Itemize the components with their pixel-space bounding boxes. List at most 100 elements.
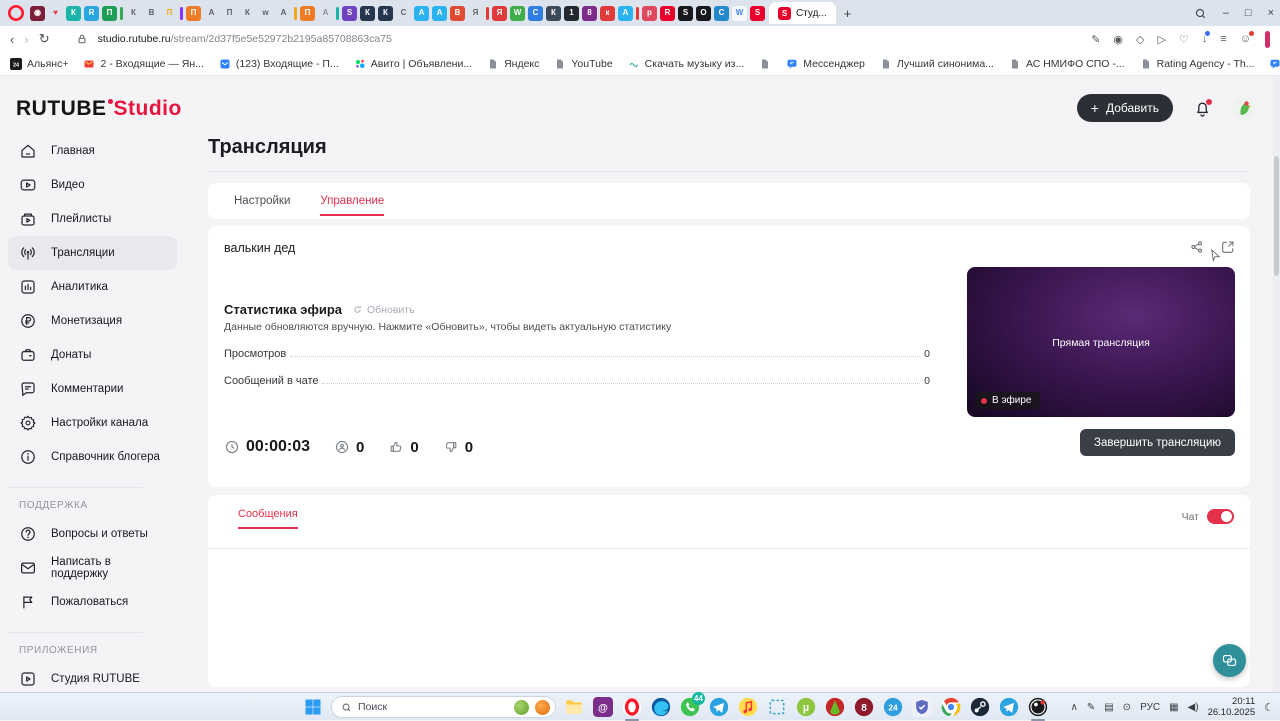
bookmark-item[interactable]: Мессенджер — [786, 58, 865, 70]
window-restore-button[interactable]: □ — [1245, 7, 1252, 19]
page-tab[interactable]: Управление — [320, 186, 384, 216]
sidebar-item[interactable]: Плейлисты — [8, 202, 177, 236]
add-button[interactable]: +Добавить — [1077, 94, 1173, 122]
share-icon[interactable] — [1189, 239, 1205, 255]
sidebar-item[interactable]: Студия RUTUBE — [8, 662, 177, 692]
sidebar-toggle-icon[interactable] — [1265, 31, 1270, 48]
browser-tab[interactable]: R — [660, 6, 675, 21]
taskbar-app[interactable] — [766, 696, 788, 718]
browser-tab[interactable]: А — [204, 6, 219, 21]
browser-tab[interactable] — [120, 7, 123, 20]
toolbar-icon[interactable]: ☺ — [1240, 33, 1251, 45]
taskbar-app[interactable]: @ — [592, 696, 614, 718]
browser-tab-active[interactable]: S Студ... — [769, 2, 836, 24]
sidebar-item[interactable]: Донаты — [8, 338, 177, 372]
sidebar-item[interactable]: Главная — [8, 134, 177, 168]
toolbar-icon[interactable]: ✎ — [1091, 33, 1100, 46]
toolbar-icon[interactable]: ≡ — [1220, 33, 1226, 45]
bookmark-item[interactable]: Скачать музыку из... — [628, 58, 745, 70]
bookmark-item[interactable]: (123) Входящие - П... — [219, 58, 339, 70]
toolbar-icon[interactable]: ◇ — [1136, 33, 1144, 46]
browser-tab[interactable]: 1 — [564, 6, 579, 21]
toolbar-icon[interactable]: ↓ — [1202, 33, 1208, 45]
browser-tab[interactable]: А — [618, 6, 633, 21]
bookmark-item[interactable]: Лучший синонима... — [880, 58, 994, 70]
opera-menu-icon[interactable] — [8, 5, 24, 21]
taskbar-clock[interactable]: 20:1126.10.2025 — [1208, 696, 1256, 719]
scrollbar[interactable] — [1273, 76, 1280, 692]
browser-tab[interactable]: К — [378, 6, 393, 21]
taskbar-app[interactable] — [621, 696, 643, 718]
taskbar-app[interactable] — [911, 696, 933, 718]
taskbar-app[interactable] — [940, 696, 962, 718]
browser-tab[interactable] — [636, 7, 639, 20]
browser-tab[interactable]: ◉ — [30, 6, 45, 21]
browser-tab[interactable]: Я — [468, 6, 483, 21]
taskbar-app[interactable] — [563, 696, 585, 718]
sidebar-item[interactable]: Монетизация — [8, 304, 177, 338]
browser-tab[interactable] — [180, 7, 183, 20]
browser-tab[interactable]: К — [546, 6, 561, 21]
tab-messages[interactable]: Сообщения — [238, 508, 298, 529]
new-tab-button[interactable]: + — [844, 6, 852, 21]
bookmark-item[interactable]: YouTube — [554, 58, 612, 70]
sidebar-item[interactable]: Вопросы и ответы — [8, 517, 177, 551]
browser-tab[interactable]: Я — [492, 6, 507, 21]
scrollbar-thumb[interactable] — [1274, 156, 1279, 276]
sidebar-item[interactable]: Пожаловаться — [8, 585, 177, 619]
tray-item[interactable]: ◀) — [1188, 702, 1199, 713]
taskbar-app[interactable] — [737, 696, 759, 718]
address-bar[interactable]: studio.rutube.ru/stream/2d37f5e5e52972b2… — [98, 33, 392, 45]
sidebar-item[interactable]: Написать в поддержку — [8, 551, 177, 585]
rutube-studio-logo[interactable]: RUTUBEStudio — [16, 97, 182, 121]
browser-tab[interactable] — [294, 7, 297, 20]
browser-tab[interactable]: П — [102, 6, 117, 21]
tray-item[interactable]: РУС — [1140, 702, 1160, 713]
sidebar-item[interactable]: Видео — [8, 168, 177, 202]
browser-tab[interactable]: А — [276, 6, 291, 21]
taskbar-app[interactable]: 8 — [853, 696, 875, 718]
tray-item[interactable]: ∧ — [1071, 702, 1078, 713]
browser-tab[interactable]: W — [510, 6, 525, 21]
support-chat-button[interactable] — [1213, 644, 1246, 677]
bookmark-item[interactable]: Никита Орлов — [1269, 58, 1280, 70]
browser-tab[interactable] — [336, 7, 339, 20]
browser-tab[interactable]: C — [714, 6, 729, 21]
browser-tab[interactable]: w — [258, 6, 273, 21]
tray-item[interactable]: ▤ — [1104, 702, 1113, 713]
browser-tab[interactable]: П — [186, 6, 201, 21]
tab-search-icon[interactable] — [1194, 7, 1207, 20]
browser-tab[interactable]: C — [528, 6, 543, 21]
browser-tab[interactable]: П — [300, 6, 315, 21]
browser-tab[interactable]: 8 — [582, 6, 597, 21]
sidebar-item[interactable]: Аналитика — [8, 270, 177, 304]
end-stream-button[interactable]: Завершить трансляцию — [1080, 429, 1235, 456]
bookmark-item[interactable]: Rating Agency - Th... — [1140, 58, 1255, 70]
browser-tab[interactable]: S — [750, 6, 765, 21]
tray-item[interactable]: ✎ — [1087, 702, 1095, 713]
toolbar-icon[interactable]: ▷ — [1158, 33, 1166, 46]
bookmark-item[interactable]: АС НМИФО СПО -... — [1009, 58, 1125, 70]
toolbar-icon[interactable]: ♡ — [1179, 33, 1189, 46]
tray-item[interactable]: ⊙ — [1123, 702, 1131, 713]
avatar[interactable] — [1232, 96, 1256, 120]
taskbar-app[interactable] — [708, 696, 730, 718]
forward-button[interactable]: › — [24, 32, 28, 47]
tray-item[interactable]: ▦ — [1169, 702, 1178, 713]
lock-icon[interactable] — [76, 33, 88, 45]
browser-tab[interactable]: p — [642, 6, 657, 21]
stream-preview[interactable]: Прямая трансляция В эфире — [967, 267, 1235, 417]
browser-tab[interactable]: W — [732, 6, 747, 21]
window-minimize-button[interactable]: – — [1223, 7, 1229, 19]
browser-tab[interactable]: К — [360, 6, 375, 21]
bookmark-item[interactable]: 2 - Входящие — Ян... — [83, 58, 203, 70]
bookmark-item[interactable]: Яндекс — [487, 58, 539, 70]
bookmark-item[interactable] — [759, 58, 771, 70]
browser-tab[interactable]: В — [450, 6, 465, 21]
taskbar-search[interactable]: Поиск — [331, 696, 556, 718]
taskbar-app[interactable]: 44 — [679, 696, 701, 718]
refresh-button[interactable]: Обновить — [352, 304, 415, 316]
taskbar-app[interactable] — [1027, 696, 1049, 718]
browser-tab[interactable]: R — [84, 6, 99, 21]
notifications-bell-icon[interactable] — [1193, 99, 1212, 118]
